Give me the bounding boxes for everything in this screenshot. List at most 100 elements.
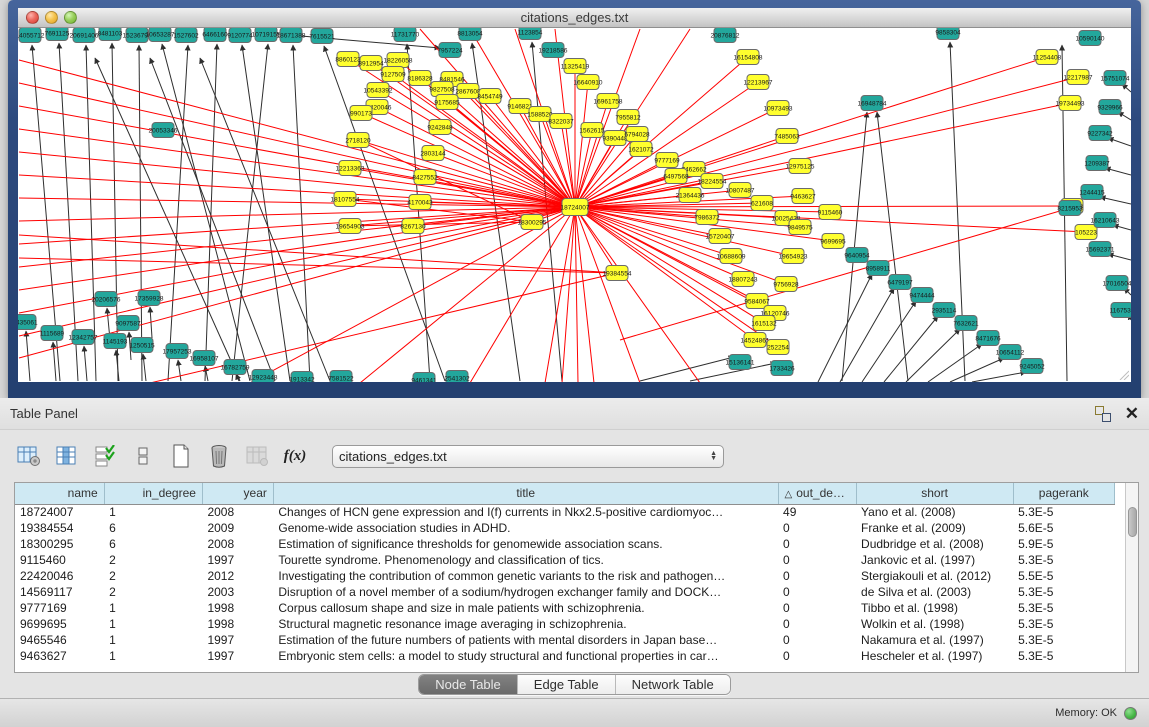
table-cell[interactable]: 2 — [104, 568, 202, 584]
table-row[interactable]: 946362711997Embryonic stem cells: a mode… — [15, 648, 1115, 664]
table-cell[interactable]: 5.9E-5 — [1013, 536, 1114, 552]
table-cell[interactable]: 2 — [104, 584, 202, 600]
column-header-title[interactable]: title — [273, 483, 778, 504]
table-row[interactable]: 911546021997Tourette syndrome. Phenomeno… — [15, 552, 1115, 568]
table-row[interactable]: 969969511998Structural magnetic resonanc… — [15, 616, 1115, 632]
table-cell[interactable]: 2 — [104, 552, 202, 568]
table-cell[interactable]: 5.3E-5 — [1013, 600, 1114, 616]
table-cell[interactable]: Estimation of the future numbers of pati… — [273, 632, 778, 648]
table-cell[interactable]: Structural magnetic resonance image aver… — [273, 616, 778, 632]
table-cell[interactable]: 1 — [104, 600, 202, 616]
table-cell[interactable]: 5.6E-5 — [1013, 520, 1114, 536]
network-canvas[interactable]: 1872400788601238912954182260589127509105… — [18, 28, 1131, 382]
new-table-icon[interactable] — [166, 441, 196, 471]
column-header-in_degree[interactable]: in_degree — [104, 483, 202, 504]
table-cell[interactable]: 2003 — [202, 584, 273, 600]
minimize-window-icon[interactable] — [45, 11, 58, 24]
table-cell[interactable]: 2008 — [202, 504, 273, 520]
table-cell[interactable]: Stergiakouli et al. (2012) — [856, 568, 1013, 584]
table-cell[interactable]: Tibbo et al. (1998) — [856, 600, 1013, 616]
table-cell[interactable]: 19384554 — [15, 520, 104, 536]
table-cell[interactable]: Estimation of significance thresholds fo… — [273, 536, 778, 552]
table-cell[interactable]: 0 — [778, 600, 856, 616]
table-selector-dropdown[interactable]: citations_edges.txt ▲▼ — [332, 445, 724, 468]
table-cell[interactable]: Investigating the contribution of common… — [273, 568, 778, 584]
tab-network-table[interactable]: Network Table — [616, 675, 730, 694]
column-header-out_de[interactable]: △out_de… — [778, 483, 856, 504]
table-cell[interactable]: Embryonic stem cells: a model to study s… — [273, 648, 778, 664]
close-panel-icon[interactable]: ✕ — [1125, 406, 1139, 422]
table-row[interactable]: 1830029562008Estimation of significance … — [15, 536, 1115, 552]
column-header-name[interactable]: name — [15, 483, 104, 504]
table-cell[interactable]: 49 — [778, 504, 856, 520]
zoom-window-icon[interactable] — [64, 11, 77, 24]
table-cell[interactable]: 9463627 — [15, 648, 104, 664]
table-cell[interactable]: 5.3E-5 — [1013, 648, 1114, 664]
float-panel-icon[interactable] — [1095, 406, 1111, 422]
table-cell[interactable]: 1 — [104, 504, 202, 520]
table-cell[interactable]: 1997 — [202, 648, 273, 664]
table-row[interactable]: 1872400712008Changes of HCN gene express… — [15, 504, 1115, 520]
table-cell[interactable]: 1998 — [202, 616, 273, 632]
table-row[interactable]: 1938455462009Genome-wide association stu… — [15, 520, 1115, 536]
table-cell[interactable]: 1998 — [202, 600, 273, 616]
table-cell[interactable]: Franke et al. (2009) — [856, 520, 1013, 536]
memory-status-icon[interactable] — [1124, 707, 1137, 720]
table-cell[interactable]: 5.5E-5 — [1013, 568, 1114, 584]
table-cell[interactable]: Corpus callosum shape and size in male p… — [273, 600, 778, 616]
table-cell[interactable]: 1 — [104, 632, 202, 648]
table-cell[interactable]: 9115460 — [15, 552, 104, 568]
table-cell[interactable]: 6 — [104, 536, 202, 552]
table-cell[interactable]: 0 — [778, 584, 856, 600]
table-cell[interactable]: Tourette syndrome. Phenomenology and cla… — [273, 552, 778, 568]
close-window-icon[interactable] — [26, 11, 39, 24]
table-cell[interactable]: 5.3E-5 — [1013, 616, 1114, 632]
table-cell[interactable]: Dudbridge et al. (2008) — [856, 536, 1013, 552]
table-row[interactable]: 977716911998Corpus callosum shape and si… — [15, 600, 1115, 616]
table-settings-icon[interactable] — [14, 441, 44, 471]
tab-edge-table[interactable]: Edge Table — [518, 675, 616, 694]
table-cell[interactable]: 14569117 — [15, 584, 104, 600]
table-cell[interactable]: 6 — [104, 520, 202, 536]
table-cell[interactable]: Nakamura et al. (1997) — [856, 632, 1013, 648]
table-cell[interactable]: Changes of HCN gene expression and I(f) … — [273, 504, 778, 520]
table-cell[interactable]: 0 — [778, 552, 856, 568]
table-cell[interactable]: 0 — [778, 632, 856, 648]
select-column-icon[interactable] — [52, 441, 82, 471]
table-cell[interactable]: Jankovic et al. (1997) — [856, 552, 1013, 568]
table-cell[interactable]: Wolkin et al. (1998) — [856, 616, 1013, 632]
tab-node-table[interactable]: Node Table — [419, 675, 518, 694]
row-select-icon[interactable] — [90, 441, 120, 471]
table-cell[interactable]: 5.3E-5 — [1013, 504, 1114, 520]
table-cell[interactable]: 0 — [778, 568, 856, 584]
table-cell[interactable]: Yano et al. (2008) — [856, 504, 1013, 520]
window-titlebar[interactable]: citations_edges.txt — [18, 8, 1131, 28]
resize-grip-icon[interactable] — [1117, 368, 1129, 380]
table-cell[interactable]: 9699695 — [15, 616, 104, 632]
table-cell[interactable]: 1997 — [202, 632, 273, 648]
import-table-icon[interactable] — [242, 441, 272, 471]
table-cell[interactable]: 0 — [778, 616, 856, 632]
column-header-pagerank[interactable]: pagerank — [1013, 483, 1114, 504]
table-row[interactable]: 1456911722003Disruption of a novel membe… — [15, 584, 1115, 600]
table-cell[interactable]: 5.3E-5 — [1013, 632, 1114, 648]
scrollbar-thumb[interactable] — [1128, 507, 1137, 537]
table-cell[interactable]: Genome-wide association studies in ADHD. — [273, 520, 778, 536]
table-cell[interactable]: 9777169 — [15, 600, 104, 616]
table-row[interactable]: 2242004622012Investigating the contribut… — [15, 568, 1115, 584]
table-row[interactable]: 946554611997Estimation of the future num… — [15, 632, 1115, 648]
table-cell[interactable]: 9465546 — [15, 632, 104, 648]
table-cell[interactable]: 2009 — [202, 520, 273, 536]
table-cell-icon[interactable] — [128, 441, 158, 471]
table-cell[interactable]: 2012 — [202, 568, 273, 584]
vertical-scrollbar[interactable] — [1125, 483, 1138, 672]
table-cell[interactable]: 0 — [778, 648, 856, 664]
table-cell[interactable]: 1997 — [202, 552, 273, 568]
table-cell[interactable]: 18300295 — [15, 536, 104, 552]
column-header-short[interactable]: short — [856, 483, 1013, 504]
table-cell[interactable]: 18724007 — [15, 504, 104, 520]
column-header-year[interactable]: year — [202, 483, 273, 504]
function-builder-icon[interactable]: f(x) — [280, 441, 310, 471]
table-cell[interactable]: Disruption of a novel member of a sodium… — [273, 584, 778, 600]
table-cell[interactable]: 0 — [778, 520, 856, 536]
